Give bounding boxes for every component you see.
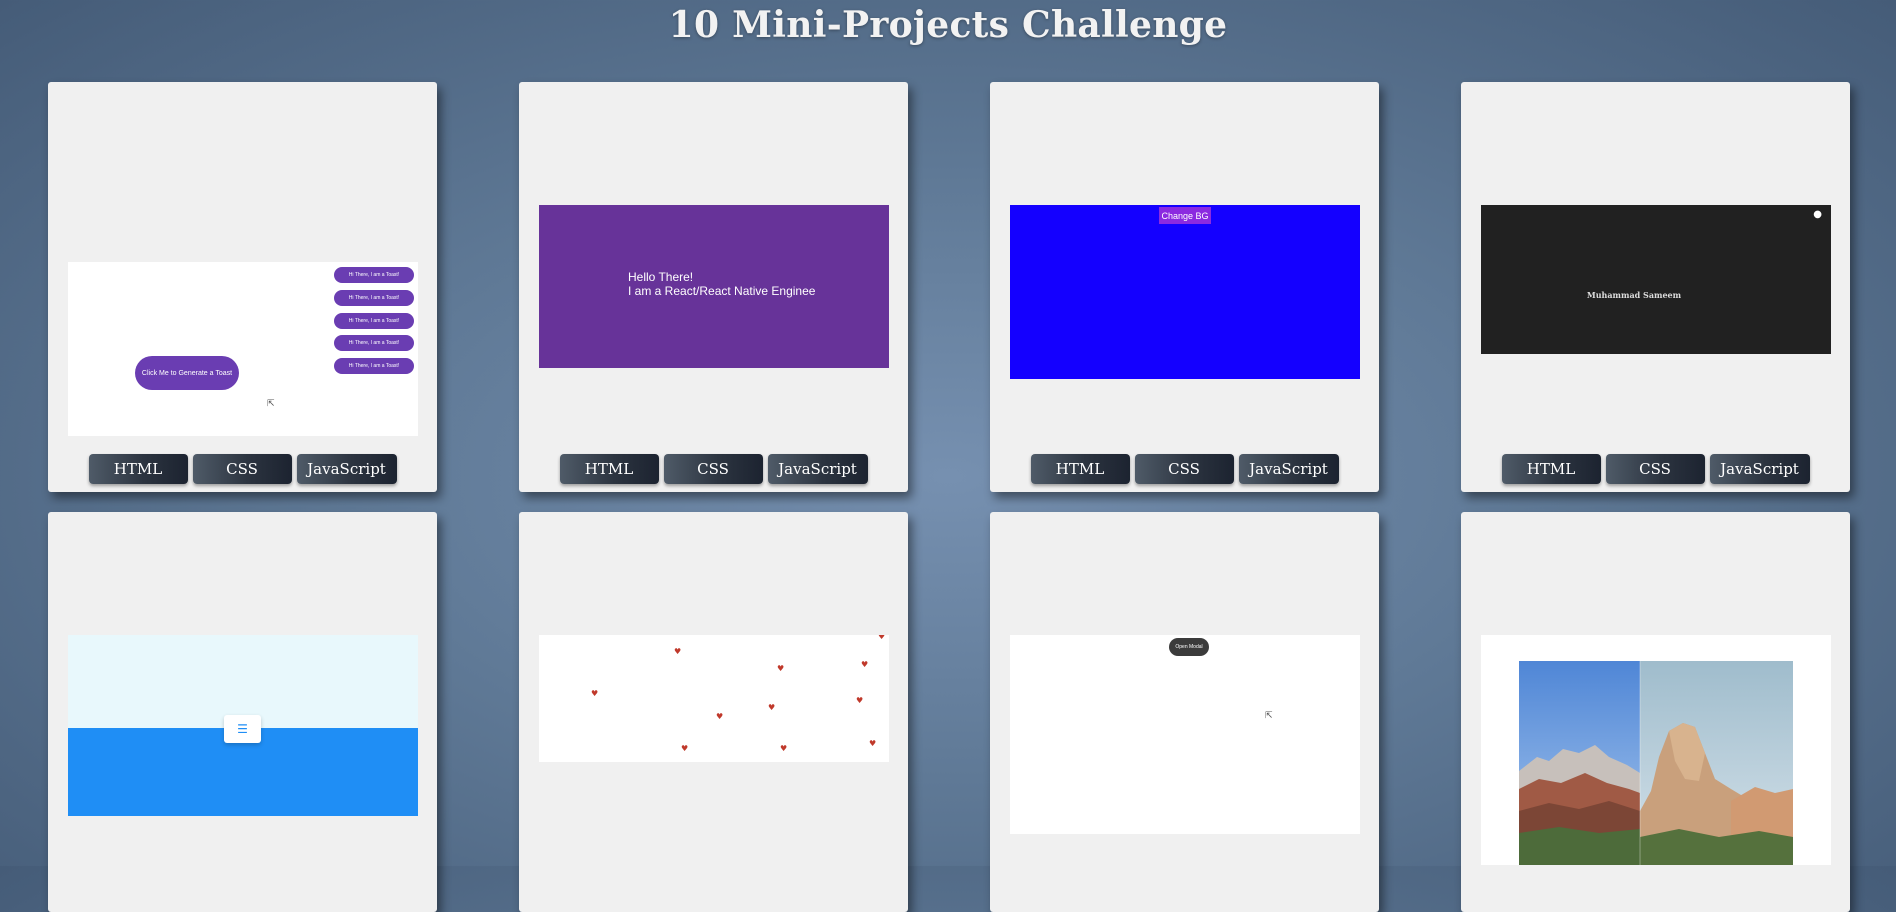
- image-compare-preview: [1481, 635, 1831, 865]
- html-button[interactable]: HTML: [1501, 454, 1601, 484]
- menu-preview: ☰: [68, 635, 418, 816]
- css-button[interactable]: CSS: [1134, 454, 1234, 484]
- toast-message: Hi There, I am a Toast!: [334, 335, 414, 351]
- heart-icon: ♥: [861, 660, 869, 669]
- canyon-landscape-image: [1519, 661, 1793, 865]
- project-card-hearts: ♥ ♥ ♥ ♥ ♥ ♥ ♥ ♥ ♥ ♥ ♥: [519, 512, 908, 912]
- toast-message: Hi There, I am a Toast!: [334, 358, 414, 374]
- landscape-image[interactable]: [1519, 661, 1793, 865]
- toast-message: Hi There, I am a Toast!: [334, 290, 414, 306]
- hearts-preview: ♥ ♥ ♥ ♥ ♥ ♥ ♥ ♥ ♥ ♥ ♥: [539, 635, 889, 762]
- heart-icon: ♥: [780, 744, 788, 753]
- project-card-typing: Hello There! I am a React/React Native E…: [519, 82, 908, 492]
- project-card-menu: ☰: [48, 512, 437, 912]
- toast-message: Hi There, I am a Toast!: [334, 267, 414, 283]
- typing-preview: Hello There! I am a React/React Native E…: [539, 205, 889, 368]
- bg-changer-preview: Change BG: [1010, 205, 1360, 379]
- javascript-button[interactable]: JavaScript: [1238, 454, 1339, 484]
- html-button[interactable]: HTML: [1030, 454, 1130, 484]
- html-button[interactable]: HTML: [88, 454, 188, 484]
- change-bg-button[interactable]: Change BG: [1159, 207, 1211, 224]
- heart-icon: ♥: [674, 647, 682, 656]
- javascript-button[interactable]: JavaScript: [767, 454, 868, 484]
- profile-name: Muhammad Sameem: [1586, 290, 1682, 300]
- html-button[interactable]: HTML: [559, 454, 659, 484]
- theme-preview: ● Muhammad Sameem: [1481, 205, 1831, 354]
- typing-line-1: Hello There!: [628, 270, 694, 284]
- cursor-icon: ⇱: [267, 399, 275, 409]
- project-card-modal: Open Modal ⇱: [990, 512, 1379, 912]
- heart-icon: ♥: [591, 689, 599, 698]
- theme-toggle-icon[interactable]: ●: [1813, 209, 1822, 220]
- modal-preview: Open Modal ⇱: [1010, 635, 1360, 834]
- heart-icon: ♥: [777, 664, 785, 673]
- project-card-bg-changer: Change BG HTML CSS JavaScript: [990, 82, 1379, 492]
- typing-line-2: I am a React/React Native Enginee: [628, 284, 816, 298]
- toast-message: Hi There, I am a Toast!: [334, 313, 414, 329]
- project-card-toast: Hi There, I am a Toast! Hi There, I am a…: [48, 82, 437, 492]
- javascript-button[interactable]: JavaScript: [1709, 454, 1810, 484]
- heart-icon: ♥: [878, 635, 886, 641]
- css-button[interactable]: CSS: [1605, 454, 1705, 484]
- heart-icon: ♥: [768, 703, 776, 712]
- generate-toast-button[interactable]: Click Me to Generate a Toast: [135, 356, 239, 390]
- css-button[interactable]: CSS: [663, 454, 763, 484]
- open-modal-button[interactable]: Open Modal: [1169, 638, 1209, 656]
- heart-icon: ♥: [856, 696, 864, 705]
- toast-preview: Hi There, I am a Toast! Hi There, I am a…: [68, 262, 418, 436]
- cursor-icon: ⇱: [1265, 711, 1273, 721]
- heart-icon: ♥: [869, 739, 877, 748]
- heart-icon: ♥: [681, 744, 689, 753]
- heart-icon: ♥: [716, 712, 724, 721]
- javascript-button[interactable]: JavaScript: [296, 454, 397, 484]
- project-card-image-compare: [1461, 512, 1850, 912]
- project-card-theme: ● Muhammad Sameem HTML CSS JavaScript: [1461, 82, 1850, 492]
- page-title: 10 Mini-Projects Challenge: [668, 4, 1228, 46]
- hamburger-menu-icon[interactable]: ☰: [224, 715, 261, 743]
- css-button[interactable]: CSS: [192, 454, 292, 484]
- typing-text: Hello There! I am a React/React Native E…: [628, 270, 815, 298]
